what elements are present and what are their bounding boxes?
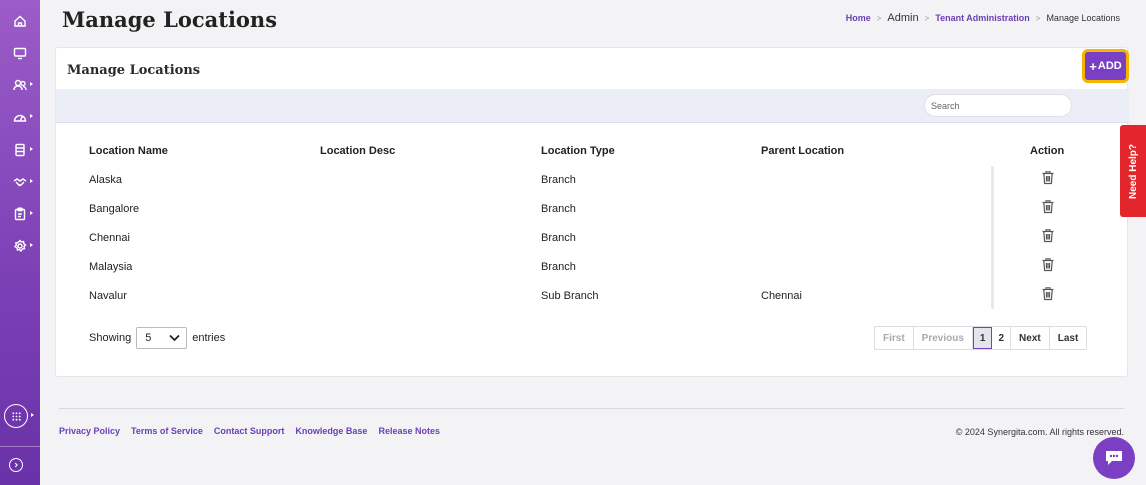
clipboard-icon [14, 207, 26, 221]
entries-label: entries [192, 332, 226, 344]
cell-location-name: Alaska [89, 174, 123, 186]
sidebar [0, 0, 40, 485]
sidebar-item-users[interactable] [0, 71, 40, 99]
breadcrumb-tenant[interactable]: Tenant Administration [935, 13, 1030, 23]
sidebar-item-home[interactable] [0, 7, 40, 35]
entries-value: 5 [145, 332, 152, 344]
delete-button[interactable] [1041, 286, 1055, 301]
breadcrumb-admin: Admin [887, 12, 919, 24]
apps-caret-icon [31, 413, 34, 417]
sidebar-expand-button[interactable] [9, 458, 23, 472]
cell-location-type: Branch [541, 203, 576, 215]
footer-link-terms[interactable]: Terms of Service [131, 426, 203, 436]
gauge-icon [13, 114, 27, 122]
pagination-page-2[interactable]: 2 [992, 327, 1012, 349]
pagination-previous[interactable]: Previous [914, 327, 973, 349]
column-header-location-type[interactable]: Location Type [541, 145, 615, 157]
trash-icon [1042, 258, 1054, 272]
apps-button[interactable] [4, 404, 28, 428]
breadcrumb-home[interactable]: Home [846, 13, 871, 23]
column-header-location-name[interactable]: Location Name [89, 145, 168, 157]
add-location-button[interactable]: + ADD [1082, 49, 1129, 83]
entries-control: Showing 5 entries [89, 327, 225, 349]
table-scrollbar[interactable] [991, 166, 994, 309]
breadcrumb-separator: > [1035, 13, 1041, 23]
cell-location-type: Branch [541, 261, 576, 273]
database-icon [15, 143, 25, 157]
pagination-first[interactable]: First [875, 327, 914, 349]
pagination-next[interactable]: Next [1011, 327, 1050, 349]
cell-location-name: Chennai [89, 232, 130, 244]
cell-location-name: Bangalore [89, 203, 140, 215]
sidebar-item-reports[interactable] [0, 200, 40, 228]
apps-grid-icon [11, 411, 21, 421]
breadcrumb-current: Manage Locations [1046, 13, 1120, 23]
column-header-action: Action [1030, 145, 1065, 157]
sidebar-item-settings[interactable] [0, 232, 40, 260]
cell-parent-location: Chennai [761, 290, 802, 302]
home-icon [14, 15, 26, 27]
toolbar [56, 89, 1129, 123]
chevron-right-icon [14, 462, 18, 468]
settings-icon [13, 239, 27, 253]
add-button-label: ADD [1097, 60, 1122, 72]
pagination-last[interactable]: Last [1050, 327, 1087, 349]
footer-link-knowledge-base[interactable]: Knowledge Base [295, 426, 367, 436]
footer-link-release-notes[interactable]: Release Notes [378, 426, 440, 436]
footer-links: Privacy Policy Terms of Service Contact … [59, 426, 440, 436]
locations-card: Manage Locations + ADD Location Name Loc… [55, 47, 1129, 377]
users-icon [13, 79, 27, 91]
delete-button[interactable] [1041, 170, 1055, 185]
column-header-parent-location[interactable]: Parent Location [761, 145, 844, 157]
need-help-label: Need Help? [1127, 143, 1139, 199]
chevron-down-icon [169, 334, 180, 342]
pagination: First Previous 1 2 Next Last [874, 326, 1088, 350]
cell-location-type: Branch [541, 174, 576, 186]
card-title: Manage Locations [67, 63, 201, 78]
delete-button[interactable] [1041, 257, 1055, 272]
cell-location-type: Sub Branch [541, 290, 599, 302]
sidebar-item-data[interactable] [0, 136, 40, 164]
handshake-icon [13, 178, 27, 187]
monitor-icon [13, 47, 27, 60]
pagination-page-1[interactable]: 1 [972, 327, 993, 349]
page-title: Manage Locations [62, 7, 278, 32]
footer-link-privacy[interactable]: Privacy Policy [59, 426, 120, 436]
cell-location-name: Malaysia [89, 261, 133, 273]
breadcrumb-separator: > [924, 13, 930, 23]
column-header-location-desc[interactable]: Location Desc [320, 145, 395, 157]
chat-button[interactable] [1093, 437, 1135, 479]
cell-location-name: Navalur [89, 290, 127, 302]
trash-icon [1042, 229, 1054, 243]
trash-icon [1042, 287, 1054, 301]
trash-icon [1042, 171, 1054, 185]
footer-link-contact[interactable]: Contact Support [214, 426, 285, 436]
trash-icon [1042, 200, 1054, 214]
entries-select[interactable]: 5 [136, 327, 188, 349]
copyright: © 2024 Synergita.com. All rights reserve… [955, 427, 1124, 437]
footer-divider [59, 408, 1124, 409]
breadcrumb: Home > Admin > Tenant Administration > M… [846, 12, 1120, 24]
sidebar-divider [0, 446, 40, 447]
chat-icon [1106, 451, 1122, 465]
need-help-tab[interactable]: Need Help? [1120, 125, 1146, 217]
cell-location-type: Branch [541, 232, 576, 244]
showing-label: Showing [89, 332, 132, 344]
sidebar-item-partners[interactable] [0, 168, 40, 196]
plus-icon: + [1089, 58, 1097, 74]
sidebar-item-dashboard[interactable] [0, 103, 40, 131]
search-input[interactable] [924, 94, 1072, 117]
delete-button[interactable] [1041, 228, 1055, 243]
sidebar-item-monitor[interactable] [0, 39, 40, 67]
breadcrumb-separator: > [876, 13, 882, 23]
delete-button[interactable] [1041, 199, 1055, 214]
